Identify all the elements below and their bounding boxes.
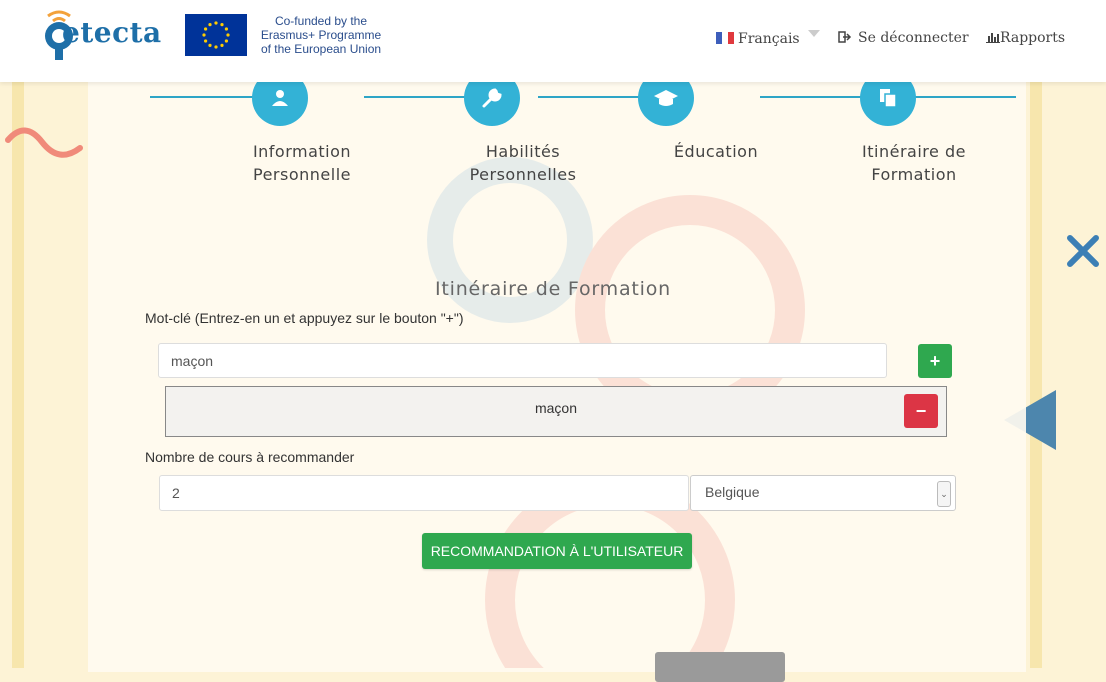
background-stripe — [1030, 0, 1042, 668]
keyword-input[interactable] — [158, 343, 887, 378]
step-label-line: Éducation — [673, 142, 759, 161]
step-label-line: Personnelle — [253, 165, 351, 184]
language-selector[interactable]: Français — [716, 30, 820, 47]
french-flag-icon — [716, 32, 734, 44]
course-count-label: Nombre de cours à recommander — [145, 449, 355, 465]
country-select-value: Belgique — [705, 484, 760, 500]
cofund-line: Erasmus+ Programme — [260, 28, 382, 42]
step-label-education: Éducation — [636, 140, 796, 163]
step-label-line: Information — [252, 142, 352, 161]
cofund-line: of the European Union — [260, 42, 382, 56]
logo-text: etecta — [62, 16, 162, 49]
step-connector — [538, 96, 648, 98]
section-title: Itinéraire de Formation — [434, 278, 671, 300]
logout-label: Se déconnecter — [858, 30, 969, 46]
step-label-training-path: Itinéraire de Formation — [834, 140, 994, 186]
step-label-skills: Habilités Personnelles — [443, 140, 603, 186]
country-select[interactable]: Belgique ⌄ — [690, 475, 956, 511]
sign-out-icon — [838, 31, 852, 43]
chevron-down-icon: ⌄ — [937, 481, 951, 507]
x-decoration — [1067, 235, 1099, 267]
reports-link[interactable]: Rapports — [986, 30, 1065, 46]
keyword-tag: maçon — [534, 400, 578, 416]
cofunded-text: Co-funded by the Erasmus+ Programme of t… — [256, 14, 386, 56]
graduation-cap-icon — [654, 90, 678, 106]
bottom-nav-button[interactable] — [655, 652, 785, 682]
keyword-list-item: maçon — [165, 386, 947, 437]
recommend-button[interactable]: RECOMMANDATION À L'UTILISATEUR — [422, 533, 692, 569]
chevron-down-icon — [807, 30, 820, 37]
logout-link[interactable]: Se déconnecter — [838, 30, 969, 46]
bar-chart-icon — [986, 33, 1000, 43]
background-stripe — [12, 0, 24, 668]
language-label: Français — [738, 31, 800, 47]
top-header: etecta Co-funded by the Erasmus+ Program… — [0, 0, 1106, 82]
course-count-input[interactable] — [159, 475, 689, 511]
step-label-line: Habilités — [485, 142, 561, 161]
step-label-line: Formation — [871, 165, 957, 184]
add-keyword-button[interactable]: + — [918, 344, 952, 378]
documents-icon — [880, 89, 897, 108]
reports-label: Rapports — [1000, 30, 1066, 46]
user-icon — [272, 90, 288, 106]
step-label-line: Itinéraire de — [862, 142, 966, 161]
step-connector — [364, 96, 474, 98]
keyword-label: Mot-clé (Entrez-en un et appuyez sur le … — [145, 310, 464, 326]
remove-keyword-button[interactable]: − — [904, 394, 938, 428]
step-connector — [150, 96, 258, 98]
step-label-line: Personnelles — [469, 165, 577, 184]
eu-flag-icon — [185, 14, 247, 56]
wrench-icon — [482, 88, 502, 108]
step-label-personal-info: Information Personnelle — [222, 140, 382, 186]
cofund-line: Co-funded by the — [274, 14, 368, 28]
